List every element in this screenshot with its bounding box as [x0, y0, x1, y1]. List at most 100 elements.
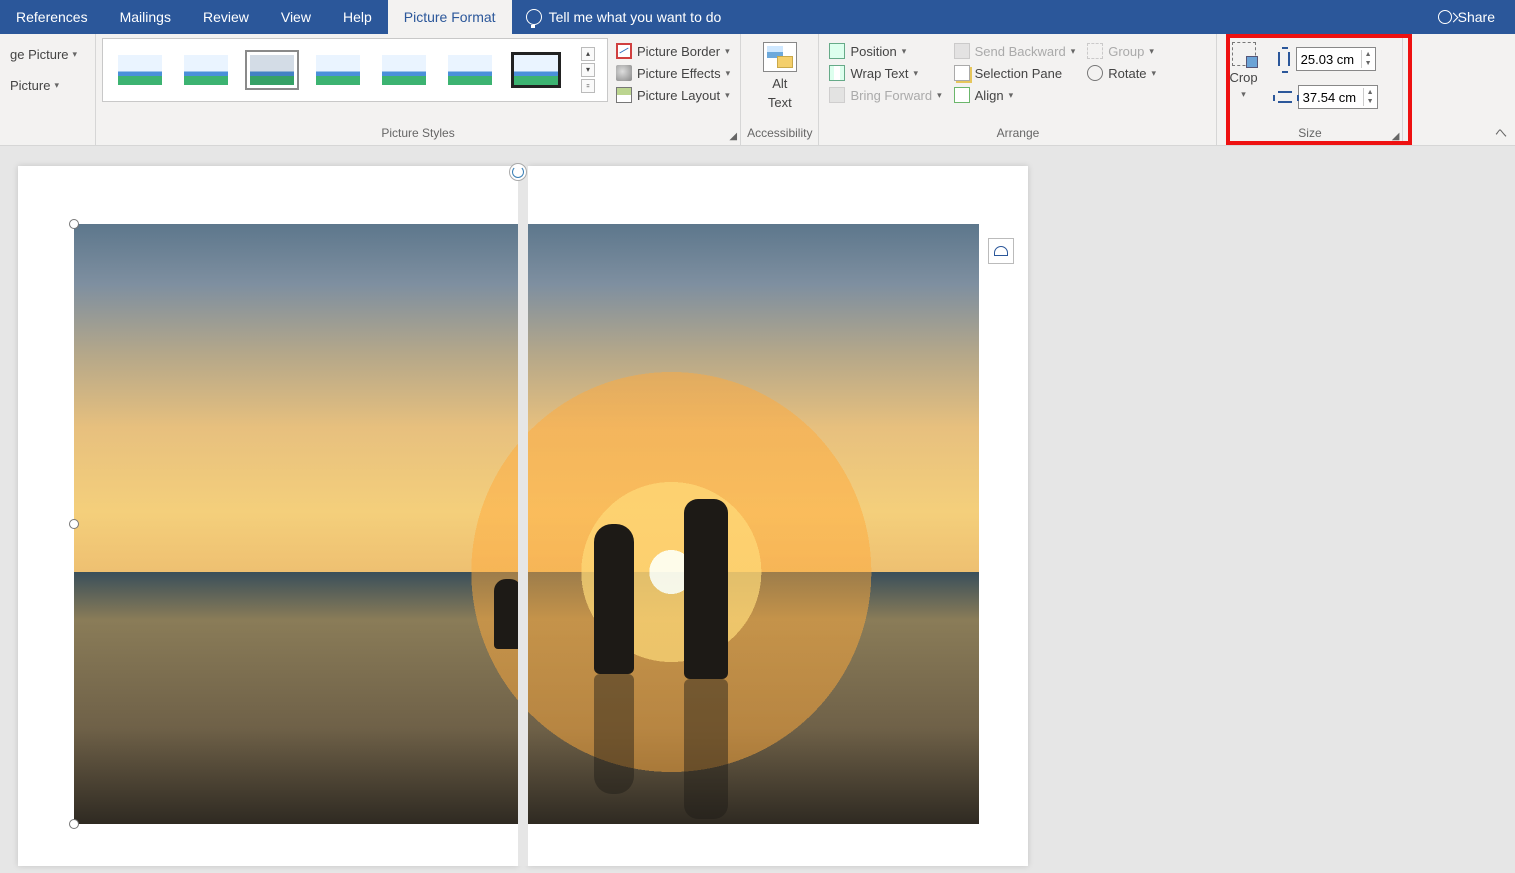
lightbulb-icon — [526, 9, 542, 25]
crop-label: Crop — [1229, 70, 1257, 85]
selection-pane-icon — [954, 65, 970, 81]
style-thumb-2[interactable] — [181, 52, 231, 88]
handle-w[interactable] — [69, 519, 79, 529]
picture-effects-label: Picture Effects — [637, 66, 721, 81]
picture-border-button[interactable]: Picture Border ▾ — [612, 42, 734, 60]
picture-layout-button[interactable]: Picture Layout ▾ — [612, 86, 734, 104]
tab-picture-format[interactable]: Picture Format — [388, 0, 512, 34]
alt-text-line1: Alt — [772, 76, 787, 91]
position-button[interactable]: Position▾ — [825, 42, 945, 60]
change-picture-label: ge Picture — [10, 47, 69, 62]
height-up[interactable]: ▲ — [1361, 50, 1375, 59]
tab-view[interactable]: View — [265, 0, 327, 34]
chevron-down-icon: ▾ — [1071, 46, 1076, 57]
reflection-2 — [684, 679, 728, 819]
share-label: Share — [1458, 9, 1495, 25]
group-button: Group▾ — [1083, 42, 1160, 60]
group-accessibility: Alt Text Accessibility — [741, 34, 819, 145]
picture-style-gallery[interactable]: ▴ ▾ ꞊ — [102, 38, 608, 102]
silhouette-person-2 — [684, 499, 728, 679]
chevron-down-icon: ▾ — [54, 80, 59, 91]
send-backward-label: Send Backward — [975, 44, 1066, 59]
rotate-icon — [1087, 65, 1103, 81]
style-thumb-6[interactable] — [445, 52, 495, 88]
align-icon — [954, 87, 970, 103]
style-thumb-4[interactable] — [313, 52, 363, 88]
width-up[interactable]: ▲ — [1363, 88, 1377, 97]
layout-options-button[interactable] — [988, 238, 1014, 264]
layout-icon — [616, 87, 632, 103]
chevron-down-icon: ▾ — [1149, 46, 1154, 57]
silhouette-person-1 — [594, 524, 634, 674]
layout-options-icon — [994, 246, 1008, 256]
gallery-up[interactable]: ▴ — [581, 47, 595, 61]
style-thumb-1[interactable] — [115, 52, 165, 88]
alt-text-button[interactable]: Alt Text — [757, 38, 803, 114]
width-field[interactable] — [1299, 86, 1363, 108]
group-arrange: Position▾ Wrap Text▾ Bring Forward ▾ Send… — [819, 34, 1217, 145]
rotation-handle[interactable] — [509, 163, 527, 181]
wrap-text-button[interactable]: Wrap Text▾ — [825, 64, 945, 82]
bring-forward-icon — [829, 87, 845, 103]
document-area[interactable] — [0, 146, 1515, 873]
crop-icon — [1232, 42, 1256, 66]
height-down[interactable]: ▼ — [1361, 59, 1375, 68]
handle-nw[interactable] — [69, 219, 79, 229]
share-button[interactable]: Share — [1438, 9, 1515, 25]
group-label-size: Size — [1223, 126, 1396, 143]
selection-pane-label: Selection Pane — [975, 66, 1062, 81]
chevron-down-icon: ▾ — [725, 46, 730, 57]
align-button[interactable]: Align▾ — [950, 86, 1080, 104]
picture-style-options: Picture Border ▾ Picture Effects ▾ Pictu… — [612, 38, 734, 104]
chevron-down-icon: ▾ — [1009, 90, 1014, 101]
handle-sw[interactable] — [69, 819, 79, 829]
width-row: ▲▼ — [1274, 84, 1382, 110]
share-icon — [1438, 10, 1452, 24]
selection-pane-button[interactable]: Selection Pane — [950, 64, 1080, 82]
tab-help[interactable]: Help — [327, 0, 388, 34]
bring-forward-label: Bring Forward — [850, 88, 932, 103]
size-launcher[interactable]: ◢ — [1392, 132, 1400, 142]
group-picture-styles: ▴ ▾ ꞊ Picture Border ▾ Picture Effects ▾ — [96, 34, 741, 145]
chevron-down-icon: ▾ — [937, 90, 942, 101]
width-icon — [1278, 91, 1292, 103]
reset-picture-button[interactable]: Picture ▾ — [6, 75, 63, 96]
border-icon — [616, 43, 632, 59]
picture-effects-button[interactable]: Picture Effects ▾ — [612, 64, 734, 82]
picture-layout-label: Picture Layout — [637, 88, 720, 103]
height-row: ▲▼ — [1274, 46, 1382, 72]
chevron-down-icon: ▾ — [902, 46, 907, 57]
page-gap — [518, 166, 528, 866]
picture-border-label: Picture Border — [637, 44, 720, 59]
gallery-down[interactable]: ▾ — [581, 63, 595, 77]
send-backward-button: Send Backward ▾ — [950, 42, 1080, 60]
height-input[interactable]: ▲▼ — [1296, 47, 1376, 71]
ribbon: ge Picture ▾ Picture ▾ ▴ ▾ — [0, 34, 1515, 146]
chevron-down-icon: ▾ — [914, 68, 919, 79]
width-down[interactable]: ▼ — [1363, 97, 1377, 106]
chevron-down-icon: ▾ — [725, 90, 730, 101]
height-field[interactable] — [1297, 48, 1361, 70]
style-thumb-5[interactable] — [379, 52, 429, 88]
tab-references[interactable]: References — [0, 0, 104, 34]
group-adjust: ge Picture ▾ Picture ▾ — [0, 34, 96, 145]
send-backward-icon — [954, 43, 970, 59]
change-picture-button[interactable]: ge Picture ▾ — [6, 44, 81, 65]
gallery-scroll: ▴ ▾ ꞊ — [581, 47, 595, 93]
tab-review[interactable]: Review — [187, 0, 265, 34]
style-thumb-7[interactable] — [511, 52, 561, 88]
width-input[interactable]: ▲▼ — [1298, 85, 1378, 109]
tab-mailings[interactable]: Mailings — [104, 0, 187, 34]
height-icon — [1278, 52, 1290, 66]
reset-picture-label: Picture — [10, 78, 50, 93]
picture-styles-launcher[interactable]: ◢ — [729, 132, 737, 142]
gallery-more[interactable]: ꞊ — [581, 79, 595, 93]
tell-me-search[interactable]: Tell me what you want to do — [512, 9, 736, 25]
crop-button[interactable]: Crop ▾ — [1223, 38, 1263, 104]
group-icon — [1087, 43, 1103, 59]
ribbon-tabs: References Mailings Review View Help Pic… — [0, 0, 1515, 34]
style-thumb-3[interactable] — [247, 52, 297, 88]
chevron-down-icon: ▾ — [726, 68, 731, 79]
rotate-button[interactable]: Rotate▾ — [1083, 64, 1160, 82]
collapse-ribbon[interactable]: へ — [1495, 124, 1507, 141]
